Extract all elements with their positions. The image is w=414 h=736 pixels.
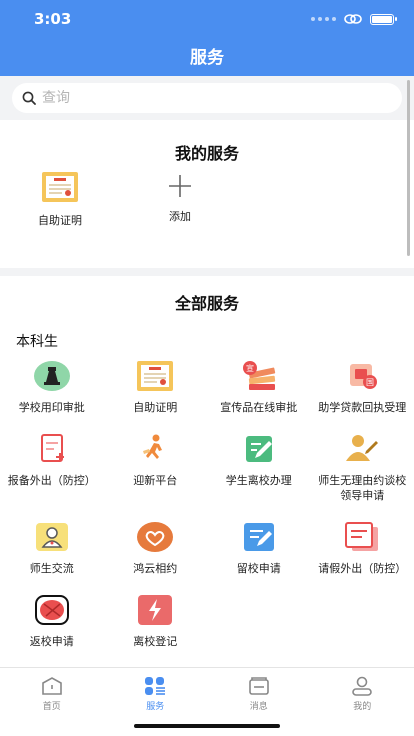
all-services-title: 全部服务 [174, 294, 239, 313]
message-icon [248, 677, 269, 695]
service-label: 留校申请 [236, 562, 281, 575]
service-stay-school[interactable]: 留校申请 [207, 521, 311, 576]
register-icon [138, 595, 173, 625]
service-meeting-leaders[interactable]: 师生无理由约谈校领导申请 [311, 433, 414, 503]
search-section [0, 76, 414, 120]
service-report-outing[interactable]: 报备外出（防控） [0, 433, 104, 503]
communication-icon [35, 523, 68, 551]
add-service-button[interactable]: 添加 [140, 172, 220, 228]
report-icon [40, 434, 64, 462]
home-indicator [134, 724, 280, 728]
tab-services[interactable]: 服务 [104, 668, 208, 712]
nav-bar: 服务 [0, 40, 414, 76]
service-publicity-approval[interactable]: 宣 宣传品在线审批 [207, 360, 311, 415]
tab-home[interactable]: 首页 [0, 668, 104, 712]
publicity-icon: 宣 [242, 361, 275, 390]
signal-icon [311, 17, 336, 21]
all-services-card: 全部服务 本科生 学校用印审批 自助证明 宣 宣传品在线审批 国 助学贷款回执受… [0, 276, 414, 667]
service-label: 鸿云相约 [133, 562, 178, 575]
service-label: 学生离校办理 [225, 474, 292, 487]
service-label: 迎新平台 [133, 474, 178, 487]
meeting-icon [346, 435, 379, 461]
scrollbar[interactable] [407, 80, 410, 256]
return-icon [34, 595, 69, 625]
service-teacher-student-exchange[interactable]: 师生交流 [0, 521, 104, 576]
services-icon [145, 677, 166, 695]
service-self-certificate[interactable]: 自助证明 [104, 360, 208, 415]
service-return-school[interactable]: 返校申请 [0, 594, 104, 649]
my-service-certificate[interactable]: 自助证明 [20, 172, 100, 228]
page-title: 服务 [190, 48, 224, 68]
home-icon [41, 677, 62, 695]
service-loan-receipt[interactable]: 国 助学贷款回执受理 [311, 360, 414, 415]
service-label: 宣传品在线审批 [220, 401, 298, 414]
service-hongyun-appointment[interactable]: 鸿云相约 [104, 521, 208, 576]
tab-label: 我的 [353, 702, 372, 712]
service-label: 报备外出（防控） [7, 474, 96, 487]
stay-icon [243, 523, 274, 551]
status-bar: 3:03 [0, 0, 414, 40]
tab-label: 消息 [249, 702, 268, 712]
certificate-icon [137, 361, 174, 391]
service-label: 自助证明 [133, 401, 178, 414]
service-label: 师生交流 [29, 562, 74, 575]
tab-profile[interactable]: 我的 [311, 668, 414, 712]
search-icon [22, 91, 36, 105]
link-icon [344, 14, 362, 24]
service-label: 请假外出（防控） [318, 562, 407, 575]
add-service-label: 添加 [169, 210, 191, 223]
seal-icon [33, 361, 70, 391]
svg-text:国: 国 [366, 378, 374, 387]
battery-icon [370, 13, 397, 25]
heart-cloud-icon [137, 522, 174, 552]
tab-label: 首页 [42, 702, 61, 712]
section-divider [0, 268, 414, 276]
service-label: 助学贷款回执受理 [318, 401, 407, 414]
content-scroll[interactable]: 我的服务 自助证明 添加 [0, 76, 414, 667]
service-label: 离校登记 [133, 635, 178, 648]
tab-label: 服务 [146, 702, 165, 712]
svg-text:宣: 宣 [246, 363, 254, 373]
service-label: 返校申请 [29, 635, 74, 648]
search-input[interactable] [42, 90, 342, 106]
leave-request-icon [345, 522, 379, 551]
status-icons [311, 13, 397, 25]
my-services-card: 我的服务 自助证明 添加 [0, 120, 414, 268]
certificate-icon [42, 172, 78, 202]
all-services-grid: 学校用印审批 自助证明 宣 宣传品在线审批 国 助学贷款回执受理 报备外出（防控… [0, 360, 414, 649]
service-seal-approval[interactable]: 学校用印审批 [0, 360, 104, 415]
group-label: 本科生 [16, 334, 58, 350]
my-services-title: 我的服务 [174, 144, 239, 163]
search-bar[interactable] [12, 83, 402, 113]
service-label: 学校用印审批 [18, 401, 85, 414]
service-leave-register[interactable]: 离校登记 [104, 594, 208, 649]
service-label: 师生无理由约谈校领导申请 [318, 474, 407, 502]
service-leave-request[interactable]: 请假外出（防控） [311, 521, 414, 576]
tab-bar: 首页 服务 消息 我的 [0, 667, 414, 736]
service-welcome-platform[interactable]: 迎新平台 [104, 433, 208, 503]
my-services-grid: 自助证明 添加 [20, 172, 220, 228]
leave-school-icon [245, 436, 272, 462]
status-time: 3:03 [34, 10, 72, 28]
plus-icon [169, 175, 191, 197]
welcome-icon [143, 434, 163, 459]
service-leave-school[interactable]: 学生离校办理 [207, 433, 311, 503]
loan-icon: 国 [350, 364, 378, 389]
profile-icon [352, 676, 373, 696]
tab-messages[interactable]: 消息 [207, 668, 311, 712]
my-service-label: 自助证明 [38, 214, 82, 227]
